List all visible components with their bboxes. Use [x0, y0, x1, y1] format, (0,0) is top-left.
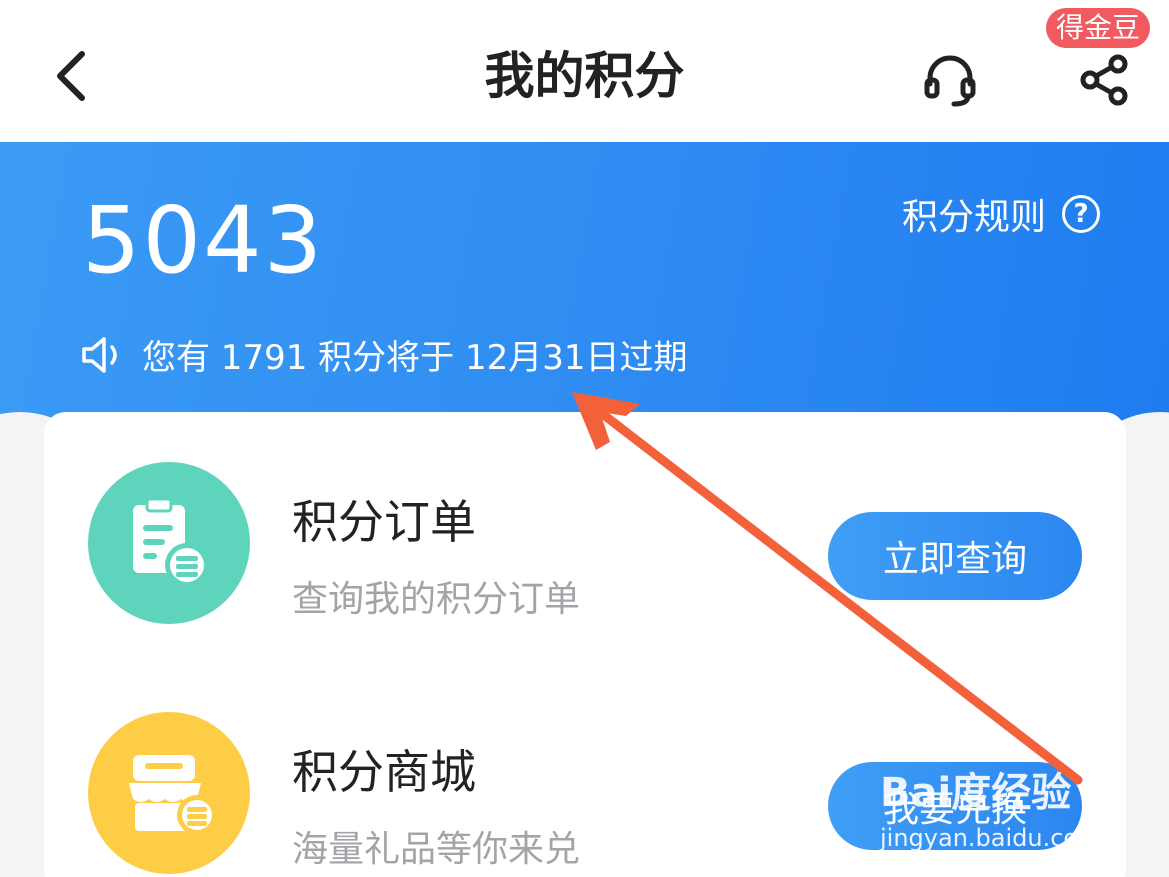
- shop-coins-icon: [88, 712, 250, 874]
- headset-icon: [924, 55, 976, 107]
- back-arrow-icon: [57, 51, 85, 101]
- list-item-points-orders[interactable]: 积分订单 查询我的积分订单 立即查询: [44, 422, 1126, 624]
- share-button[interactable]: [1068, 44, 1140, 116]
- clipboard-coins-icon: [88, 462, 250, 624]
- points-total: 5043: [82, 187, 325, 294]
- points-rules-link[interactable]: 积分规则 ?: [902, 188, 1101, 240]
- watermark-main: Bai度经验: [880, 770, 1072, 816]
- watermark-sub: jingyan.baidu.com: [880, 824, 1102, 852]
- item-subtitle: 海量礼品等你来兑: [292, 829, 581, 870]
- share-icon: [1080, 54, 1128, 106]
- item-title: 积分订单: [292, 495, 476, 549]
- speaker-icon: [82, 336, 117, 373]
- expire-notice: 您有 1791 积分将于 12月31日过期: [80, 330, 687, 379]
- item-subtitle: 查询我的积分订单: [292, 579, 581, 620]
- points-rules-label: 积分规则: [902, 197, 1047, 238]
- earn-beans-badge[interactable]: 得金豆: [1046, 8, 1151, 48]
- customer-service-button[interactable]: [914, 44, 986, 116]
- back-button[interactable]: [40, 44, 100, 108]
- top-nav-bar: 我的积分 得金豆: [0, 0, 1169, 142]
- page-title: 我的积分: [484, 47, 685, 105]
- help-icon: ?: [1062, 195, 1101, 233]
- watermark: Bai度经验 jingyan.baidu.com: [880, 760, 1101, 852]
- expire-notice-text: 您有 1791 积分将于 12月31日过期: [142, 338, 688, 378]
- query-now-button[interactable]: 立即查询: [828, 512, 1082, 600]
- item-title: 积分商城: [292, 745, 476, 799]
